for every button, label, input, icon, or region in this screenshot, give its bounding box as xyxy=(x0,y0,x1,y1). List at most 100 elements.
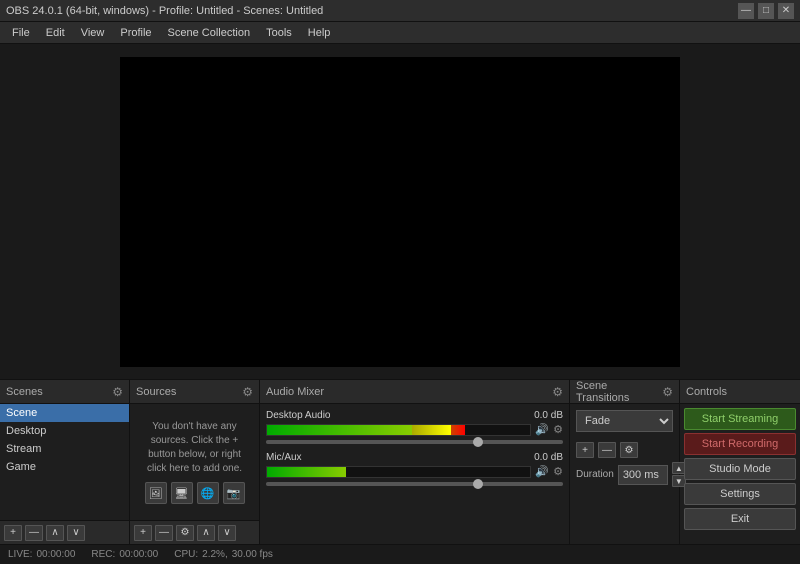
duration-input[interactable] xyxy=(618,465,668,485)
transitions-remove-button[interactable]: — xyxy=(598,442,616,458)
rec-time: 00:00:00 xyxy=(119,549,158,560)
menu-help[interactable]: Help xyxy=(300,25,339,41)
audio-config-icon[interactable]: ⚙ xyxy=(552,385,563,399)
source-camera-icon[interactable]: 📷 xyxy=(223,482,245,504)
menu-tools[interactable]: Tools xyxy=(258,25,300,41)
transitions-content: Fade Cut Swipe Slide Stinger Fade to Col… xyxy=(570,404,679,544)
mic-audio-slider[interactable] xyxy=(266,482,563,486)
sources-panel-title: Sources xyxy=(136,386,176,398)
transitions-toolbar: + — ⚙ xyxy=(576,442,673,458)
cpu-label: CPU: xyxy=(174,549,198,560)
controls-title: Controls xyxy=(686,386,727,398)
minimize-button[interactable]: — xyxy=(738,3,754,19)
menubar: File Edit View Profile Scene Collection … xyxy=(0,22,800,44)
transitions-title: Scene Transitions xyxy=(576,380,662,404)
live-label: LIVE: xyxy=(8,549,32,560)
scene-item-desktop[interactable]: Desktop xyxy=(0,422,129,440)
scenes-up-button[interactable]: ∧ xyxy=(46,525,64,541)
start-streaming-button[interactable]: Start Streaming xyxy=(684,408,796,430)
audio-mixer-panel: Audio Mixer ⚙ Desktop Audio 0.0 dB xyxy=(260,380,570,544)
transitions-config-icon[interactable]: ⚙ xyxy=(662,385,673,399)
scenes-down-button[interactable]: ∨ xyxy=(67,525,85,541)
menu-file[interactable]: File xyxy=(4,25,38,41)
sources-empty-text: You don't have any sources. Click the + … xyxy=(138,420,251,476)
sources-empty-message: You don't have any sources. Click the + … xyxy=(130,404,259,520)
desktop-meter-green xyxy=(267,425,412,435)
sources-config-icon[interactable]: ⚙ xyxy=(242,385,253,399)
cpu-value: 2.2%, xyxy=(202,549,228,560)
sources-panel: Sources ⚙ You don't have any sources. Cl… xyxy=(130,380,260,544)
scenes-panel: Scenes ⚙ Scene Desktop Stream Game + — ∧… xyxy=(0,380,130,544)
desktop-audio-slider[interactable] xyxy=(266,440,563,444)
audio-mixer-title: Audio Mixer xyxy=(266,386,324,398)
mic-aux-header: Mic/Aux 0.0 dB xyxy=(266,452,563,463)
scenes-add-button[interactable]: + xyxy=(4,525,22,541)
desktop-audio-meter-row: 🔊 ⚙ xyxy=(266,423,563,436)
source-image-icon[interactable]: 🖼 xyxy=(145,482,167,504)
desktop-audio-name: Desktop Audio xyxy=(266,410,331,421)
sources-icon-buttons: 🖼 🖥 🌐 📷 xyxy=(138,482,251,504)
menu-scene-collection[interactable]: Scene Collection xyxy=(160,25,259,41)
scene-item-game[interactable]: Game xyxy=(0,458,129,476)
mic-aux-name: Mic/Aux xyxy=(266,452,302,463)
scenes-list: Scene Desktop Stream Game xyxy=(0,404,129,520)
start-recording-button[interactable]: Start Recording xyxy=(684,433,796,455)
live-time: 00:00:00 xyxy=(36,549,75,560)
live-status: LIVE: 00:00:00 xyxy=(8,549,75,560)
mic-meter-green xyxy=(267,467,346,477)
sources-down-button[interactable]: ∨ xyxy=(218,525,236,541)
rec-label: REC: xyxy=(91,549,115,560)
bottom-panels: Scenes ⚙ Scene Desktop Stream Game + — ∧… xyxy=(0,379,800,544)
sources-add-button[interactable]: + xyxy=(134,525,152,541)
menu-profile[interactable]: Profile xyxy=(112,25,159,41)
menu-edit[interactable]: Edit xyxy=(38,25,73,41)
scenes-config-icon[interactable]: ⚙ xyxy=(112,385,123,399)
mic-aux-meter-row: 🔊 ⚙ xyxy=(266,465,563,478)
mic-aux-db: 0.0 dB xyxy=(534,452,563,463)
scene-item-stream[interactable]: Stream xyxy=(0,440,129,458)
desktop-audio-meter-scale xyxy=(267,425,530,435)
main-content: Scenes ⚙ Scene Desktop Stream Game + — ∧… xyxy=(0,44,800,564)
mic-aux-channel: Mic/Aux 0.0 dB 🔊 ⚙ xyxy=(266,452,563,486)
sources-settings-button[interactable]: ⚙ xyxy=(176,525,194,541)
maximize-button[interactable]: □ xyxy=(758,3,774,19)
studio-mode-button[interactable]: Studio Mode xyxy=(684,458,796,480)
scene-item-scene[interactable]: Scene xyxy=(0,404,129,422)
desktop-mute-button[interactable]: 🔊 xyxy=(535,423,549,436)
close-button[interactable]: ✕ xyxy=(778,3,794,19)
mic-mute-button[interactable]: 🔊 xyxy=(535,465,549,478)
settings-button[interactable]: Settings xyxy=(684,483,796,505)
scenes-panel-title: Scenes xyxy=(6,386,43,398)
audio-mixer-header: Audio Mixer ⚙ xyxy=(260,380,569,404)
transition-type-select[interactable]: Fade Cut Swipe Slide Stinger Fade to Col… xyxy=(576,410,673,432)
transitions-settings-button[interactable]: ⚙ xyxy=(620,442,638,458)
window-title: OBS 24.0.1 (64-bit, windows) - Profile: … xyxy=(6,5,323,17)
controls-panel: Controls Start Streaming Start Recording… xyxy=(680,380,800,544)
titlebar-controls: — □ ✕ xyxy=(738,3,794,19)
audio-content: Desktop Audio 0.0 dB 🔊 ⚙ xyxy=(260,404,569,544)
scene-transitions-panel: Scene Transitions ⚙ Fade Cut Swipe Slide… xyxy=(570,380,680,544)
statusbar: LIVE: 00:00:00 REC: 00:00:00 CPU: 2.2%, … xyxy=(0,544,800,564)
titlebar: OBS 24.0.1 (64-bit, windows) - Profile: … xyxy=(0,0,800,22)
desktop-meter-red xyxy=(451,425,464,435)
duration-label: Duration xyxy=(576,469,614,480)
sources-up-button[interactable]: ∧ xyxy=(197,525,215,541)
source-monitor-icon[interactable]: 🖥 xyxy=(171,482,193,504)
scenes-toolbar: + — ∧ ∨ xyxy=(0,520,129,544)
mic-settings-button[interactable]: ⚙ xyxy=(553,465,563,478)
cpu-status: CPU: 2.2%, 30.00 fps xyxy=(174,549,273,560)
preview-area xyxy=(0,44,800,379)
menu-view[interactable]: View xyxy=(73,25,113,41)
scenes-remove-button[interactable]: — xyxy=(25,525,43,541)
exit-button[interactable]: Exit xyxy=(684,508,796,530)
transitions-add-button[interactable]: + xyxy=(576,442,594,458)
sources-remove-button[interactable]: — xyxy=(155,525,173,541)
rec-status: REC: 00:00:00 xyxy=(91,549,158,560)
source-browser-icon[interactable]: 🌐 xyxy=(197,482,219,504)
mic-aux-meter xyxy=(266,466,531,478)
desktop-settings-button[interactable]: ⚙ xyxy=(553,423,563,436)
desktop-meter-yellow xyxy=(412,425,452,435)
mic-aux-meter-scale xyxy=(267,467,530,477)
controls-header: Controls xyxy=(680,380,800,404)
scenes-panel-header: Scenes ⚙ xyxy=(0,380,129,404)
